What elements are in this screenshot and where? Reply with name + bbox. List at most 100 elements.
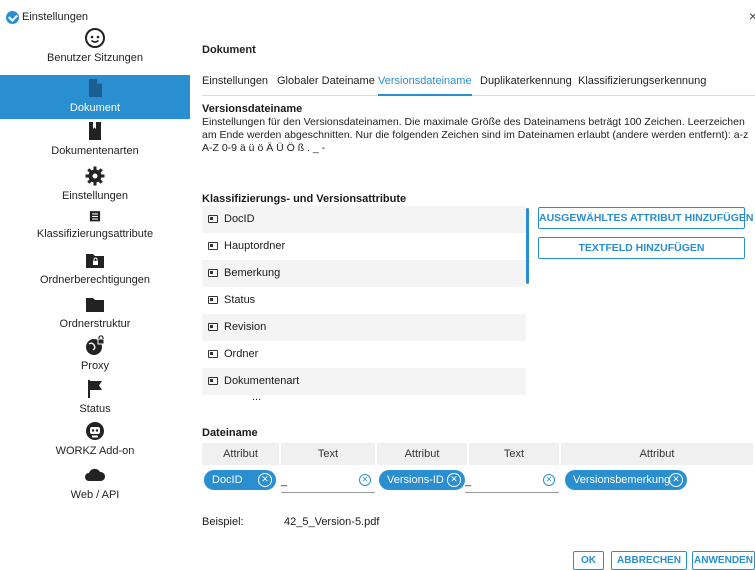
text-field-value: _	[281, 475, 288, 487]
tab-bar: Einstellungen Globaler Dateiname Version…	[202, 66, 755, 96]
sidebar-item-label: Proxy	[80, 360, 110, 372]
sidebar-item-label: Status	[79, 403, 111, 415]
attribute-icon	[208, 323, 218, 331]
clear-field-icon[interactable]: ✕	[543, 474, 555, 486]
flag-icon	[88, 380, 102, 398]
filename-attribute-chip[interactable]: Versions-ID ✕	[379, 470, 465, 490]
attribute-icon	[208, 377, 218, 385]
filename-attribute-chip[interactable]: Versionsbemerkung ✕	[565, 470, 687, 490]
apply-button[interactable]: ANWENDEN	[692, 551, 755, 570]
sidebar-item-status[interactable]: Status	[0, 378, 190, 420]
settings-sidebar: Benutzer Sitzungen Dokument Dokumentenar…	[0, 27, 190, 570]
ok-button[interactable]: OK	[573, 551, 604, 570]
column-header: Attribut	[377, 443, 467, 465]
column-header: Text	[281, 443, 375, 465]
sidebar-item-label: Dokumentenarten	[51, 145, 139, 157]
list-item[interactable]: Revision	[202, 314, 526, 341]
tab-globaler-dateiname[interactable]: Globaler Dateiname	[277, 66, 375, 96]
chip-label: DocID	[212, 474, 243, 486]
list-item[interactable]: Bemerkung	[202, 260, 526, 287]
sidebar-item-dokument[interactable]: Dokument	[0, 75, 190, 119]
attribute-label: Hauptordner	[224, 240, 286, 252]
example-label: Beispiel:	[202, 516, 244, 528]
sidebar-item-ordnerberechtigungen[interactable]: Ordnerberechtigungen	[0, 249, 190, 291]
attribute-label: Bemerkung	[224, 267, 281, 279]
sidebar-item-ordnerstruktur[interactable]: Ordnerstruktur	[0, 293, 190, 335]
sidebar-item-label: Klassifizierungsattribute	[36, 228, 154, 240]
attribute-label: Dokumentenart	[224, 375, 300, 387]
sidebar-item-web-api[interactable]: Web / API	[0, 464, 190, 506]
attributes-title: Klassifizierungs- und Versionsattribute	[202, 193, 407, 205]
clear-field-icon[interactable]: ✕	[359, 474, 371, 486]
attribute-list[interactable]: DocID Hauptordner Bemerkung Status Revis…	[202, 206, 530, 404]
filename-text-field[interactable]: _ ✕	[281, 469, 375, 493]
sidebar-item-label: Ordnerberechtigungen	[39, 274, 151, 286]
sidebar-item-label: Dokument	[69, 102, 121, 114]
list-item[interactable]: DocID	[202, 206, 526, 233]
attribute-icon	[208, 350, 218, 358]
sidebar-item-benutzer-sitzungen[interactable]: Benutzer Sitzungen	[0, 27, 190, 69]
sidebar-item-klassifizierungsattribute[interactable]: Klassifizierungsattribute	[0, 209, 190, 249]
filename-title: Dateiname	[202, 427, 258, 439]
attribute-icon	[208, 242, 218, 250]
robot-icon	[86, 422, 104, 440]
folder-icon	[86, 298, 104, 312]
tab-klassifizierungserkennung[interactable]: Klassifizierungserkennung	[578, 66, 706, 96]
locked-folder-icon	[86, 254, 104, 268]
smiley-face-icon	[85, 28, 105, 48]
tab-einstellungen[interactable]: Einstellungen	[202, 66, 268, 96]
attribute-label: DocID	[224, 213, 255, 225]
attribute-label: Status	[224, 294, 256, 306]
filename-text-field[interactable]: _ ✕	[465, 469, 559, 493]
cloud-icon	[85, 468, 106, 481]
list-item[interactable]: ...	[202, 391, 526, 404]
attribute-icon	[208, 296, 218, 304]
attribute-icon	[208, 215, 218, 223]
globe-lock-icon	[86, 335, 105, 355]
app-logo-icon	[6, 11, 19, 24]
add-selected-attribute-button[interactable]: AUSGEWÄHLTES ATTRIBUT HINZUFÜGEN	[538, 207, 753, 229]
sidebar-item-label: WORKZ Add-on	[55, 445, 135, 457]
column-header: Attribut	[561, 443, 753, 465]
remove-chip-icon[interactable]: ✕	[447, 473, 461, 487]
main-content: Dokument Einstellungen Globaler Dateinam…	[202, 0, 755, 570]
sidebar-item-label: Einstellungen	[61, 190, 129, 202]
attribute-label: Revision	[224, 321, 267, 333]
sidebar-item-workz-add-on[interactable]: WORKZ Add-on	[0, 420, 190, 462]
column-header: Attribut	[202, 443, 279, 465]
filename-attribute-chip[interactable]: DocID ✕	[204, 470, 276, 490]
remove-chip-icon[interactable]: ✕	[669, 473, 683, 487]
remove-chip-icon[interactable]: ✕	[258, 473, 272, 487]
attribute-list-scrollbar[interactable]	[526, 208, 529, 284]
gear-icon	[85, 166, 105, 186]
chip-label: Versions-ID	[387, 474, 444, 486]
tag-list-icon	[89, 211, 101, 222]
column-header: Text	[469, 443, 559, 465]
attribute-label: ...	[252, 391, 262, 403]
section-title: Dokument	[202, 44, 256, 56]
document-icon	[89, 79, 102, 97]
attribute-label: Ordner	[224, 348, 259, 360]
window-title: Einstellungen	[22, 11, 89, 23]
list-item[interactable]: Ordner	[202, 341, 526, 368]
add-textfield-button[interactable]: TEXTFELD HINZUFÜGEN	[538, 237, 745, 259]
sidebar-item-proxy[interactable]: Proxy	[0, 335, 190, 377]
sidebar-item-label: Ordnerstruktur	[59, 318, 131, 330]
cancel-button[interactable]: ABBRECHEN	[611, 551, 687, 570]
tab-duplikaterkennung[interactable]: Duplikaterkennung	[480, 66, 572, 96]
sidebar-item-label: Benutzer Sitzungen	[46, 52, 143, 64]
text-field-value: _	[465, 475, 472, 487]
list-item[interactable]: Status	[202, 287, 526, 314]
sidebar-item-dokumentenarten[interactable]: Dokumentenarten	[0, 120, 190, 162]
attribute-icon	[208, 269, 218, 277]
chip-label: Versionsbemerkung	[573, 474, 671, 486]
tab-versionsdateiname[interactable]: Versionsdateiname	[378, 66, 472, 96]
bookmark-icon	[89, 122, 101, 140]
list-item[interactable]: Dokumentenart	[202, 368, 526, 395]
sidebar-item-einstellungen[interactable]: Einstellungen	[0, 165, 190, 207]
subsection-title: Versionsdateiname	[202, 103, 303, 115]
description-text: Einstellungen für den Versionsdateinamen…	[202, 116, 749, 154]
sidebar-item-label: Web / API	[70, 489, 120, 501]
list-item[interactable]: Hauptordner	[202, 233, 526, 260]
example-filename: 42_5_Version-5.pdf	[284, 516, 380, 528]
